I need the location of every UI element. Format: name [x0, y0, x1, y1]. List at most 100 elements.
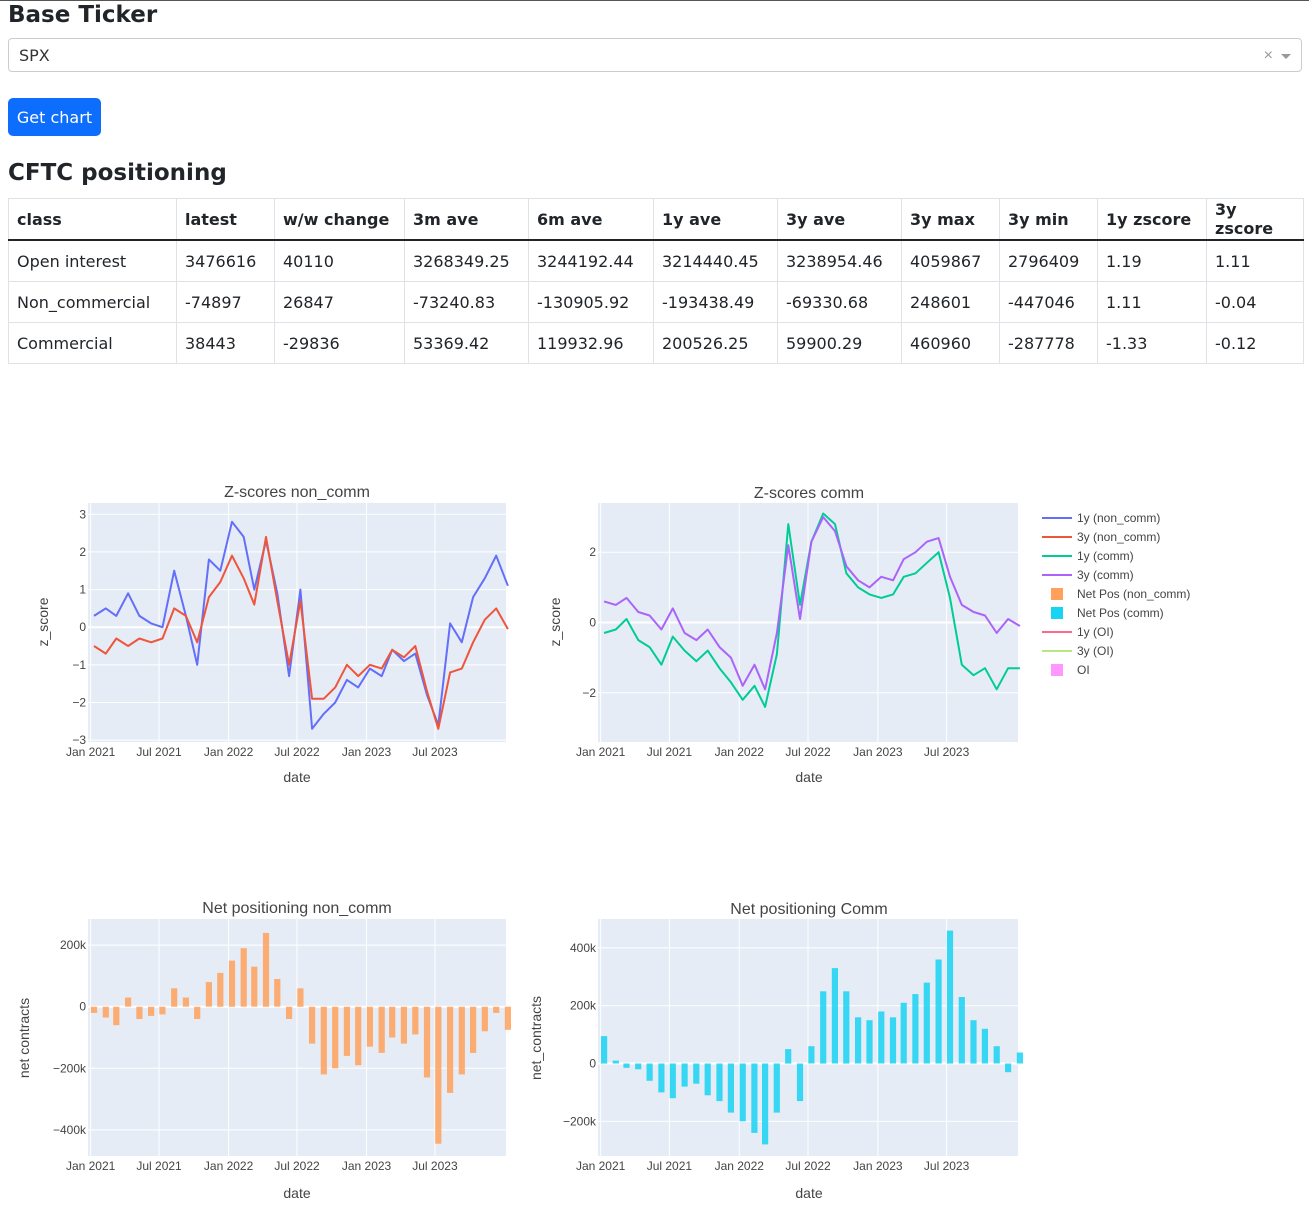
bar	[1005, 1063, 1012, 1073]
table-cell: -74897	[176, 281, 275, 323]
bar	[493, 1006, 500, 1013]
table-cell: 3476616	[176, 239, 275, 282]
legend-item[interactable]: 3y (OI)	[1042, 644, 1114, 658]
table-cell: 200526.25	[653, 322, 778, 364]
bar	[423, 1006, 431, 1078]
bar	[831, 968, 838, 1064]
x-tick-label: Jul 2021	[647, 745, 693, 759]
net-positioning-comm-chart: Jan 2021 Jul 2021 Jan 2022 Jul 2022 Jan 2023…	[528, 901, 1023, 1201]
legend-item[interactable]: 1y (non_comm)	[1042, 511, 1160, 525]
legend-item[interactable]: 1y (OI)	[1042, 625, 1114, 639]
x-axis-label: date	[795, 1185, 822, 1201]
bar	[601, 1036, 608, 1064]
legend-label: 3y (comm)	[1077, 568, 1134, 582]
bar	[309, 1006, 316, 1044]
bar	[148, 1006, 155, 1016]
legend-label: 3y (non_comm)	[1077, 530, 1160, 544]
column-header: 6m ave	[528, 198, 654, 241]
x-axis-label: date	[283, 1185, 310, 1201]
bar	[400, 1006, 407, 1044]
y-tick-label: 0	[589, 616, 596, 630]
bar	[447, 1006, 454, 1093]
table-cell: 4059867	[901, 239, 1000, 282]
chevron-down-icon[interactable]	[1281, 54, 1291, 59]
legend-swatch-icon	[1051, 664, 1063, 676]
table-header-row: class latest w/w change 3m ave 6m ave 1y…	[8, 198, 1304, 241]
bar	[935, 959, 942, 1064]
legend-item[interactable]: OI	[1051, 663, 1090, 677]
table-cell: -1.33	[1097, 322, 1207, 364]
legend-label: OI	[1077, 663, 1090, 677]
bar	[946, 930, 954, 1064]
bar	[727, 1063, 734, 1113]
x-axis-label: date	[795, 769, 822, 785]
chart-title: Z-scores comm	[754, 485, 864, 502]
column-header: 1y ave	[653, 198, 778, 241]
clear-icon[interactable]: ×	[1264, 39, 1273, 73]
x-tick-label: Jan 2023	[853, 1159, 903, 1173]
x-tick-label: Jul 2023	[412, 1159, 458, 1173]
table-cell: 26847	[274, 281, 405, 323]
bar	[113, 1006, 120, 1026]
table-cell: -0.04	[1206, 281, 1304, 323]
bar	[136, 1006, 143, 1019]
bar	[435, 1006, 442, 1144]
bar	[773, 1063, 780, 1113]
legend-swatch-icon	[1051, 607, 1063, 619]
column-header: 3y max	[901, 198, 1000, 241]
x-tick-label: Jan 2021	[576, 745, 626, 759]
bar	[646, 1063, 653, 1081]
bar	[262, 932, 270, 1007]
bar	[970, 1020, 977, 1064]
legend-item[interactable]: Net Pos (non_comm)	[1051, 587, 1190, 601]
bar	[820, 991, 827, 1064]
bar	[900, 1002, 907, 1064]
get-chart-button[interactable]: Get chart	[8, 98, 101, 136]
legend-item[interactable]: 3y (comm)	[1042, 568, 1134, 582]
bar	[159, 1006, 166, 1015]
y-axis-label: net_contracts	[528, 996, 544, 1080]
bar	[90, 1006, 98, 1013]
bar	[623, 1063, 630, 1068]
x-tick-label: Jul 2023	[924, 1159, 970, 1173]
x-tick-label: Jul 2022	[785, 745, 831, 759]
chart-legend[interactable]: 1y (non_comm) 3y (non_comm) 1y (comm) 3y (c…	[1030, 505, 1250, 685]
bar	[217, 972, 224, 1007]
y-tick-label: −1	[72, 658, 86, 672]
legend-item[interactable]: 3y (non_comm)	[1042, 530, 1160, 544]
legend-item[interactable]: Net Pos (comm)	[1051, 606, 1164, 620]
table-cell: 3244192.44	[528, 239, 654, 282]
table-cell: 1.11	[1097, 281, 1207, 323]
y-axis-label: z_score	[35, 597, 51, 646]
ticker-dropdown[interactable]: SPX ×	[8, 38, 1302, 72]
x-tick-label: Jul 2023	[924, 745, 970, 759]
bar	[866, 1020, 873, 1064]
bar	[923, 982, 930, 1064]
table-row: Non_commercial -74897 26847 -73240.83 -1…	[8, 281, 1304, 323]
bar	[958, 997, 965, 1064]
x-tick-label: Jan 2023	[342, 745, 392, 759]
table-cell: -130905.92	[528, 281, 654, 323]
table-cell: 59900.29	[777, 322, 902, 364]
x-axis-label: date	[283, 769, 310, 785]
bar	[320, 1006, 327, 1075]
column-header: w/w change	[274, 198, 405, 241]
bar	[808, 1046, 815, 1064]
y-tick-label: 400k	[570, 941, 597, 955]
bar	[912, 994, 919, 1064]
bar	[205, 982, 212, 1007]
column-header: 1y zscore	[1097, 198, 1207, 241]
y-tick-label: 2	[79, 545, 86, 559]
column-header: 3y ave	[777, 198, 902, 241]
legend-item[interactable]: 1y (comm)	[1042, 549, 1134, 563]
x-tick-label: Jul 2021	[136, 1159, 182, 1173]
bar	[343, 1006, 350, 1056]
bar	[612, 1060, 619, 1064]
x-tick-label: Jul 2022	[274, 745, 320, 759]
x-tick-label: Jan 2022	[715, 745, 765, 759]
bar	[981, 1028, 988, 1064]
bar	[658, 1063, 665, 1093]
bar	[693, 1063, 700, 1084]
bar	[228, 960, 236, 1007]
chart-title: Z-scores non_comm	[224, 484, 370, 501]
